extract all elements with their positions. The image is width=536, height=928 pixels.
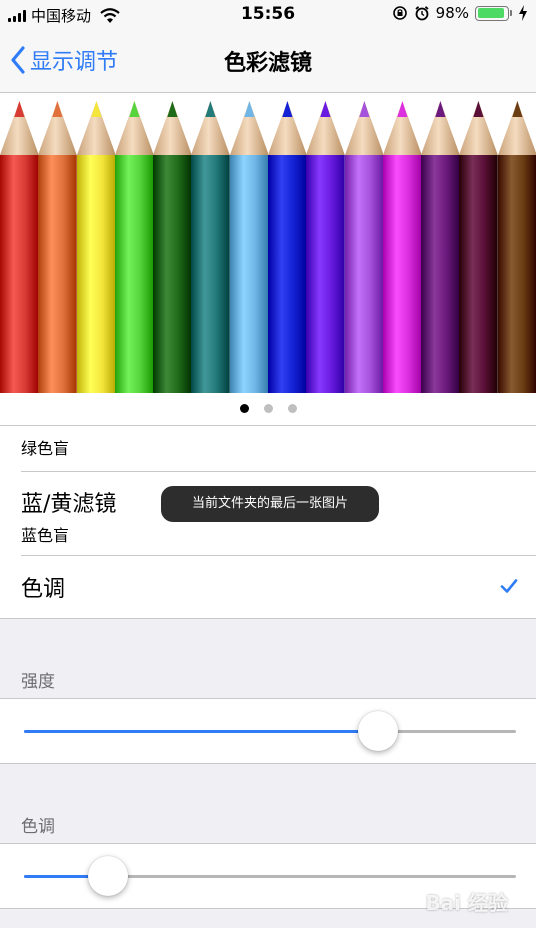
toast-message: 当前文件夹的最后一张图片 [161, 486, 379, 522]
pencil-image [114, 93, 154, 393]
hue-section-header: 色调 [21, 817, 55, 837]
pencil-image [153, 93, 192, 393]
pencil-image [382, 93, 422, 393]
alarm-icon [415, 6, 429, 21]
page-indicator[interactable] [0, 393, 536, 425]
slider-track[interactable] [24, 856, 516, 896]
battery-percent: 98% [435, 4, 469, 22]
slider-thumb[interactable] [358, 711, 399, 751]
intensity-slider[interactable] [0, 698, 536, 764]
pencil-image [268, 93, 307, 393]
pencil-image [191, 93, 231, 393]
status-right: 98% [392, 4, 528, 22]
slider-thumb[interactable] [87, 856, 128, 896]
status-bar: 中国移动 15:56 98% [0, 0, 536, 30]
filter-row-green-red[interactable]: 绿色盲 [21, 426, 536, 472]
pencil-image [38, 93, 78, 393]
filter-row-title: 蓝/黄滤镜 [21, 492, 117, 517]
pencil-image [76, 93, 116, 393]
charging-icon [519, 5, 527, 21]
orientation-lock-icon [392, 6, 407, 20]
filter-row-subtitle: 蓝色盲 [21, 526, 70, 545]
slider-track[interactable] [24, 711, 516, 751]
filter-row-tint[interactable]: 色调 [21, 556, 536, 618]
pencil-image [229, 93, 269, 393]
pencil-image [0, 93, 39, 393]
pencil-image [497, 93, 536, 393]
page-dot[interactable] [239, 404, 249, 413]
filter-row-subtitle: 绿色盲 [21, 439, 70, 458]
pencil-image [344, 93, 384, 393]
filter-list: 绿色盲 蓝/黄滤镜 蓝色盲 色调 [0, 425, 536, 619]
battery-icon [475, 5, 512, 21]
baidu-watermark: Bai 经验 [425, 891, 508, 915]
checkmark-icon [500, 579, 518, 593]
color-filter-preview-carousel[interactable] [0, 93, 536, 393]
page-title: 色彩滤镜 [223, 51, 312, 76]
pencil-image [306, 93, 346, 393]
intensity-section-header: 强度 [21, 672, 55, 692]
slider-fill [24, 730, 379, 733]
page-dot[interactable] [263, 404, 273, 413]
filter-row-title: 色调 [21, 577, 66, 602]
navigation-bar: 显示调节 色彩滤镜 [0, 30, 536, 93]
pencil-image [459, 93, 499, 393]
pencil-image [421, 93, 460, 393]
page-dot[interactable] [287, 404, 297, 413]
